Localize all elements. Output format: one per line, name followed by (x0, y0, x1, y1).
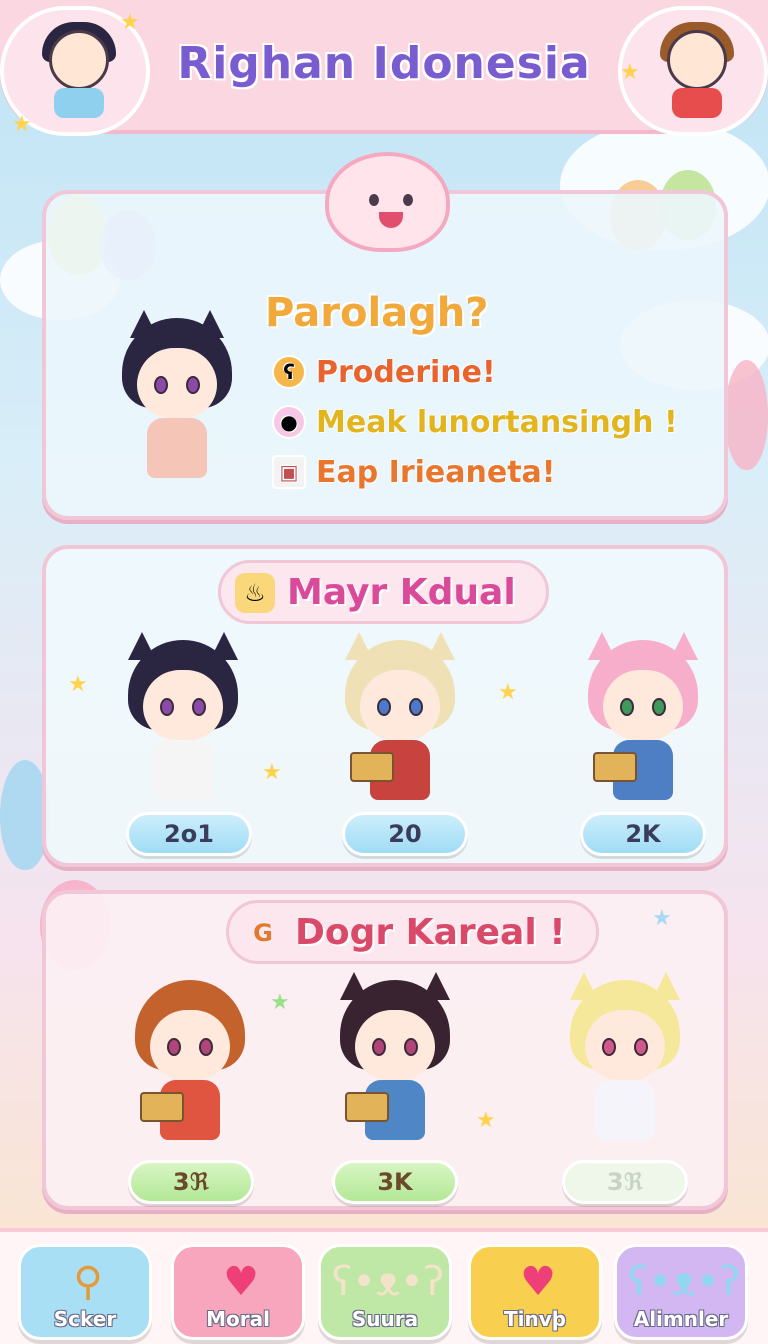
star-icon: ★ (620, 60, 640, 85)
mascot-mouth (379, 212, 403, 228)
character-card-6[interactable] (560, 972, 690, 1160)
character-outfit (147, 418, 207, 478)
character-eye (192, 698, 206, 716)
character-eye (372, 1038, 386, 1056)
character-stat-badge[interactable]: 3ℜ (128, 1160, 254, 1204)
star-icon: ★ (12, 112, 32, 137)
character-face (355, 1010, 435, 1080)
bottom-navigation: ⚲ Scker ♥ Moral ʕ•ᴥ•ʔ Suura ♥ Tinvþ ʕ•ᴥ•… (0, 1228, 768, 1344)
character-outfit (595, 1080, 655, 1140)
book-icon (593, 752, 637, 782)
intro-line-1: ʕ Proderine! (272, 352, 496, 392)
star-icon: ★ (68, 672, 88, 697)
heart-icon: ♥ (223, 1259, 259, 1305)
character-outfit (153, 740, 213, 800)
header-banner: Righan Idonesia (0, 0, 768, 136)
section-title-text: Mayr Kdual (287, 571, 516, 613)
intro-line-2: ● Meak lunortansingh ! (272, 402, 678, 442)
character-card-3[interactable] (578, 632, 708, 820)
character-eye (620, 698, 634, 716)
cup-icon: ♨ (235, 573, 275, 613)
star-icon: ★ (262, 760, 282, 785)
section-title-2: G Dogr Kareal ! (226, 900, 599, 964)
character-stat-badge[interactable]: 2K (580, 812, 706, 856)
nav-label: Moral (206, 1307, 270, 1331)
character-face (150, 1010, 230, 1080)
character-eye (602, 1038, 616, 1056)
character-face (143, 670, 223, 740)
character-card-5[interactable] (330, 972, 460, 1160)
magnifier-icon: ⚲ (73, 1259, 103, 1305)
star-icon: ★ (120, 10, 140, 35)
book-icon (345, 1092, 389, 1122)
heart-icon: ♥ (520, 1259, 556, 1305)
avatar-body (672, 88, 722, 118)
intro-line-text: Proderine! (316, 354, 496, 390)
bear-icon: ʕ (272, 355, 306, 389)
nav-label: Suura (351, 1307, 419, 1331)
star-icon: ★ (652, 906, 672, 931)
star-icon: ★ (476, 1108, 496, 1133)
mascot-eye (403, 194, 413, 206)
intro-line-3: ▣ Eap Irieaneta! (272, 452, 555, 492)
intro-character (112, 310, 242, 498)
bear-face-icon: ʕ•ᴥ•ʔ (331, 1259, 445, 1305)
character-eye (634, 1038, 648, 1056)
intro-line-text: Meak lunortansingh ! (316, 404, 678, 440)
character-face (603, 670, 683, 740)
app-title: Righan Idonesia (177, 38, 591, 89)
avatar-face (49, 30, 109, 90)
mascot-eye (369, 194, 379, 206)
character-eye (404, 1038, 418, 1056)
star-icon: ★ (498, 680, 518, 705)
character-stat-badge[interactable]: 3ℜ (562, 1160, 688, 1204)
avatar-body (54, 88, 104, 118)
nav-label: Scker (53, 1307, 117, 1331)
player-avatar-right[interactable] (618, 6, 768, 136)
character-card-1[interactable] (118, 632, 248, 820)
nav-button-tinvp[interactable]: ♥ Tinvþ (468, 1244, 602, 1340)
swirl-icon: G (243, 913, 283, 953)
pig-icon: ● (272, 405, 306, 439)
character-stat-badge[interactable]: 3K (332, 1160, 458, 1204)
character-eye (409, 698, 423, 716)
character-face (137, 348, 217, 418)
section-title-text: Dogr Kareal ! (295, 911, 566, 953)
character-eye (186, 376, 200, 394)
star-icon: ★ (270, 990, 290, 1015)
character-eye (199, 1038, 213, 1056)
character-eye (167, 1038, 181, 1056)
intro-line-text: Eap Irieaneta! (316, 454, 556, 490)
character-stat-badge[interactable]: 20 (342, 812, 468, 856)
character-face (585, 1010, 665, 1080)
character-eye (154, 376, 168, 394)
nav-button-suura[interactable]: ʕ•ᴥ•ʔ Suura (318, 1244, 452, 1340)
character-face (360, 670, 440, 740)
nav-button-scker[interactable]: ⚲ Scker (18, 1244, 152, 1340)
nav-label: Tinvþ (503, 1307, 567, 1331)
character-eye (652, 698, 666, 716)
character-card-4[interactable] (125, 980, 255, 1160)
balloon-decoration (725, 360, 768, 470)
intro-heading: Parolagh? (265, 290, 489, 336)
nav-button-moral[interactable]: ♥ Moral (171, 1244, 305, 1340)
section-title-1: ♨ Mayr Kdual (218, 560, 549, 624)
character-card-2[interactable] (335, 632, 465, 820)
character-eye (160, 698, 174, 716)
ghost-mascot-icon (325, 152, 450, 252)
book-icon (350, 752, 394, 782)
picture-icon: ▣ (272, 455, 306, 489)
book-icon (140, 1092, 184, 1122)
nav-button-alimnler[interactable]: ʕ•ᴥ•ʔ Alimnler (614, 1244, 748, 1340)
avatar-face (667, 30, 727, 90)
character-stat-badge[interactable]: 2o1 (126, 812, 252, 856)
bear-face-icon: ʕ•ᴥ•ʔ (627, 1259, 741, 1305)
nav-label: Alimnler (633, 1307, 729, 1331)
character-eye (377, 698, 391, 716)
